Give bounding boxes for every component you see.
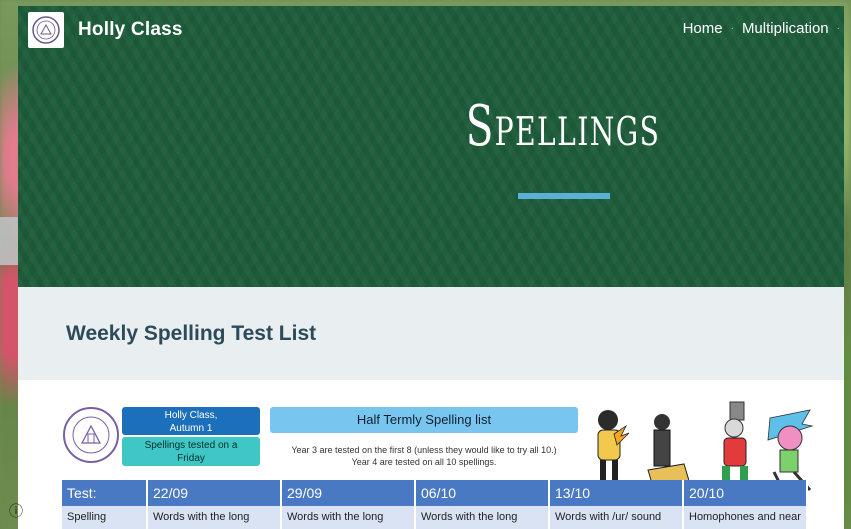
tested-label: Spellings tested on a Friday	[122, 437, 260, 466]
nav-home[interactable]: Home	[683, 20, 723, 37]
section-heading: Weekly Spelling Test List	[66, 322, 317, 345]
class-label-line: Autumn 1	[169, 423, 213, 434]
table-cell: Homophones and near	[683, 506, 808, 529]
test-note-line: Year 3 are tested on the first 8 (unless…	[291, 445, 557, 455]
site-title[interactable]: Holly Class	[78, 19, 183, 41]
tested-label-line: Spellings tested on a	[144, 440, 238, 451]
header-banner: Holly Class Home · Multiplication · Spel…	[18, 6, 844, 287]
hero-title: Spellings	[465, 94, 661, 159]
table-cell: Words with the long	[415, 506, 550, 529]
table-header-cell: 20/10	[683, 480, 808, 506]
spelling-document-image: Holly Class, Autumn 1 Spellings tested o…	[18, 380, 844, 529]
spelling-table: Test: 22/09 29/09 06/10 13/10 20/10 Spel…	[62, 480, 808, 529]
tested-label-line: Friday	[177, 453, 205, 464]
nav-separator: ·	[730, 23, 734, 34]
table-header-cell: 13/10	[549, 480, 684, 506]
class-label: Holly Class, Autumn 1	[122, 407, 260, 435]
test-note-line: Year 4 are tested on all 10 spellings.	[351, 457, 497, 467]
test-note: Year 3 are tested on the first 8 (unless…	[270, 444, 578, 468]
table-cell: Words with the long	[281, 506, 416, 529]
class-label-line: Holly Class,	[164, 410, 218, 421]
table-header-cell: 06/10	[415, 480, 550, 506]
table-header-row: Test: 22/09 29/09 06/10 13/10 20/10	[62, 480, 808, 506]
crest-icon	[32, 16, 60, 44]
hero-figure-2	[647, 414, 691, 491]
school-logo[interactable]	[28, 12, 64, 48]
page: Holly Class Home · Multiplication · Spel…	[18, 6, 844, 529]
school-seal-icon	[63, 407, 119, 463]
hero-figure-3	[722, 401, 748, 492]
info-icon[interactable]: ⓘ	[8, 503, 24, 519]
table-cell: Words with /ur/ sound	[549, 506, 684, 529]
table-header-cell: 29/09	[281, 480, 416, 506]
hero-underline	[518, 193, 610, 199]
table-row: Spelling Words with the long Words with …	[62, 506, 808, 529]
top-nav: Home · Multiplication ·	[683, 20, 840, 37]
section-band: Weekly Spelling Test List	[18, 287, 844, 380]
table-header-cell: 22/09	[147, 480, 282, 506]
hero-figure-1	[597, 410, 630, 482]
table-cell: Spelling	[62, 506, 148, 529]
half-termly-title: Half Termly Spelling list	[270, 407, 578, 433]
table-cell: Words with the long	[147, 506, 282, 529]
nav-separator: ·	[836, 23, 840, 34]
nav-multiplication[interactable]: Multiplication	[742, 20, 829, 37]
table-header-cell: Test:	[62, 480, 148, 506]
